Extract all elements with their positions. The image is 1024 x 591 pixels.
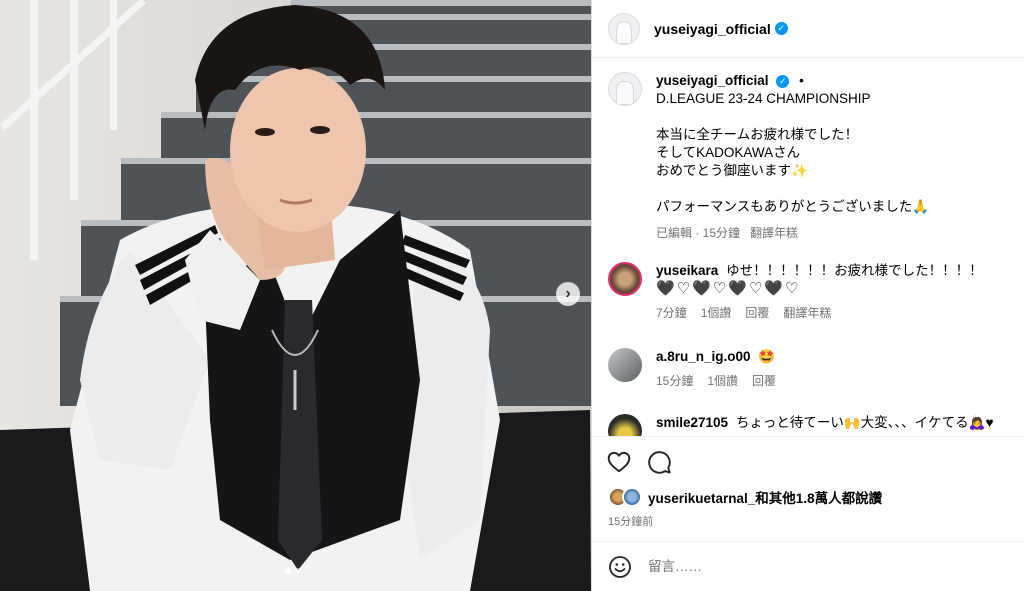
carousel-dot [295, 568, 301, 574]
post-photo[interactable]: › [0, 0, 591, 591]
caption-line [656, 180, 929, 198]
comment-username[interactable]: yuseikara [656, 263, 718, 278]
carousel-dots [285, 568, 301, 574]
person-figure [0, 5, 591, 591]
liker-avatar [622, 487, 642, 507]
comment-text: ゆせ！！！！！！お疲れ様でした！！！！ [726, 263, 983, 278]
comment-meta: 7分鐘 1個讚 回覆 翻譯年糕 [656, 304, 983, 322]
author-avatar[interactable] [608, 12, 640, 45]
likes-summary[interactable]: yuserikuetarnal_和其他1.8萬人都說讚 [608, 487, 882, 507]
post-timestamp[interactable]: 15分鐘前 [608, 513, 653, 529]
commenter-avatar[interactable] [608, 262, 642, 296]
comment-item: a.8ru_n_ig.o00 🤩 15分鐘 1個讚 回覆 [608, 348, 1018, 390]
caption-line: そしてKADOKAWAさん [656, 145, 801, 160]
post-caption: yuseiyagi_official ✓ • D.LEAGUE 23-24 CH… [608, 72, 1008, 242]
caption-line: パフォーマンスもありがとうございました🙏 [656, 199, 930, 214]
author-username[interactable]: yuseiyagi_official [654, 21, 771, 37]
comments-scroll-area[interactable]: yuseiyagi_official ✓ • D.LEAGUE 23-24 CH… [592, 58, 1024, 436]
action-buttons [606, 449, 672, 475]
caption-avatar[interactable] [608, 72, 642, 106]
comment-meta: 15分鐘 1個讚 回覆 [656, 372, 776, 390]
comment-icon[interactable] [646, 449, 672, 475]
caption-line: おめでとう御座います✨ [656, 163, 808, 178]
caption-line: D.LEAGUE 23-24 CHAMPIONSHIP [656, 91, 871, 106]
post-header: yuseiyagi_official ✓ [592, 0, 1024, 58]
comment-text: ちょっと待てーい🙌大変、、、イケてる🙇‍♀️♥ [735, 415, 994, 430]
add-comment-bar [592, 541, 1024, 591]
verified-badge-icon: ✓ [774, 22, 788, 35]
commenter-avatar[interactable] [608, 414, 642, 436]
comment-reply-button[interactable]: 回覆 [752, 372, 776, 390]
comment-body: smile27105 ちょっと待てーい🙌大変、、、イケてる🙇‍♀️♥ [656, 414, 993, 436]
caption-line: 本当に全チームお疲れ様でした！ [656, 127, 859, 142]
heart-icon[interactable] [606, 449, 632, 475]
likes-text[interactable]: yuserikuetarnal_和其他1.8萬人都說讚 [648, 487, 882, 507]
emoji-icon[interactable] [608, 555, 632, 579]
comment-likes[interactable]: 1個讚 [701, 304, 732, 322]
comment-username[interactable]: smile27105 [656, 415, 728, 430]
comment-time: 15分鐘 [656, 374, 694, 388]
carousel-dot-active [285, 568, 291, 574]
comment-item: yuseikara ゆせ！！！！！！お疲れ様でした！！！！ 🖤♡🖤♡🖤♡🖤♡ 7… [608, 262, 1018, 322]
comment-input[interactable] [648, 559, 988, 574]
comment-translate-link[interactable]: 翻譯年糕 [783, 304, 831, 322]
comment-body: yuseikara ゆせ！！！！！！お疲れ様でした！！！！ 🖤♡🖤♡🖤♡🖤♡ 7… [656, 262, 983, 322]
comment-username[interactable]: a.8ru_n_ig.o00 [656, 349, 751, 364]
comment-item: smile27105 ちょっと待てーい🙌大変、、、イケてる🙇‍♀️♥ [608, 414, 1018, 436]
comment-text: 🤩 [758, 349, 776, 364]
caption-username[interactable]: yuseiyagi_official [656, 73, 769, 88]
caption-dot: • [799, 73, 804, 88]
commenter-avatar[interactable] [608, 348, 642, 382]
comment-text-line2: 🖤♡🖤♡🖤♡🖤♡ [656, 280, 801, 297]
comment-reply-button[interactable]: 回覆 [745, 304, 769, 322]
comment-time: 7分鐘 [656, 306, 687, 320]
caption-edited-time: 已編輯 · 15分鐘 [656, 226, 741, 240]
next-photo-button[interactable]: › [556, 282, 580, 306]
caption-body: yuseiyagi_official ✓ • D.LEAGUE 23-24 CH… [656, 72, 929, 242]
comment-likes[interactable]: 1個讚 [707, 372, 738, 390]
caption-meta: 已編輯 · 15分鐘 翻譯年糕 [656, 224, 929, 242]
post-actions: yuserikuetarnal_和其他1.8萬人都說讚 15分鐘前 [592, 436, 1024, 541]
comment-body: a.8ru_n_ig.o00 🤩 15分鐘 1個讚 回覆 [656, 348, 776, 390]
caption-line [656, 108, 929, 126]
post-side-panel: yuseiyagi_official ✓ yuseiyagi_official … [591, 0, 1024, 591]
verified-badge-icon: ✓ [776, 74, 790, 88]
caption-translate-link[interactable]: 翻譯年糕 [750, 224, 798, 242]
